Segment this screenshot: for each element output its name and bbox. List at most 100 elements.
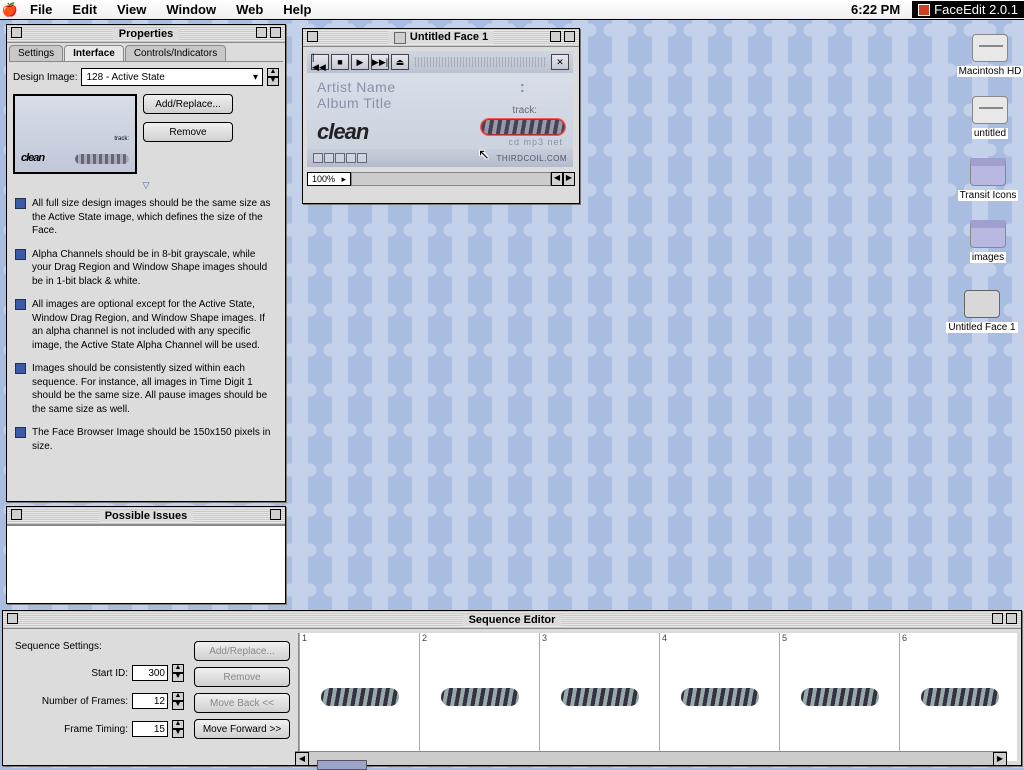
desktop-icon-transit-icons[interactable]: Transit Icons (948, 158, 1024, 201)
track-sequence-indicator[interactable] (481, 119, 565, 135)
frames-input[interactable] (132, 693, 168, 709)
hd-icon (972, 96, 1008, 124)
design-image-select[interactable]: 128 - Active State (81, 68, 263, 86)
play-button[interactable]: ▶ (351, 54, 369, 70)
collapse-icon[interactable] (270, 509, 281, 520)
titlebar-grip-icon (415, 57, 545, 67)
face-title: Untitled Face 1 (410, 31, 488, 43)
tab-controls[interactable]: Controls/Indicators (125, 45, 226, 61)
desktop-icon-untitled-face[interactable]: Untitled Face 1 (942, 290, 1022, 333)
design-image-thumbnail[interactable]: track: clean (13, 94, 137, 174)
menu-window[interactable]: Window (156, 2, 226, 17)
menu-edit[interactable]: Edit (62, 2, 107, 17)
desktop-icon-macintosh-hd[interactable]: Macintosh HD (950, 34, 1024, 77)
properties-titlebar[interactable]: Properties (7, 25, 285, 43)
next-track-button[interactable]: ▶▶| (371, 54, 389, 70)
frame-cell[interactable]: 5 (779, 633, 899, 761)
frame-thumb-icon (561, 688, 639, 706)
frame-cell[interactable]: 6 (899, 633, 1017, 761)
frame-cell[interactable]: 4 (659, 633, 779, 761)
menu-web[interactable]: Web (226, 2, 273, 17)
properties-window: Properties Settings Interface Controls/I… (6, 24, 286, 502)
app-switcher[interactable]: FaceEdit 2.0.1 (912, 1, 1024, 18)
timing-stepper[interactable]: ▲▼ (172, 720, 184, 738)
timing-input[interactable] (132, 721, 168, 737)
frame-cell[interactable]: 3 (539, 633, 659, 761)
close-icon[interactable] (307, 31, 318, 42)
frame-thumb-icon (441, 688, 519, 706)
zoom-icon[interactable] (992, 613, 1003, 624)
frame-thumb-icon (801, 688, 879, 706)
app-icon (918, 4, 930, 16)
seq-move-back-button[interactable]: Move Back << (194, 693, 290, 713)
add-replace-button[interactable]: Add/Replace... (143, 94, 233, 114)
seq-add-replace-button[interactable]: Add/Replace... (194, 641, 290, 661)
foot-icon[interactable] (324, 153, 334, 163)
frames-stepper[interactable]: ▲▼ (172, 692, 184, 710)
foot-icon[interactable] (346, 153, 356, 163)
note-bullet-icon (15, 249, 26, 260)
stop-button[interactable]: ■ (331, 54, 349, 70)
face-titlebar[interactable]: Untitled Face 1 (303, 29, 579, 47)
design-image-label: Design Image: (13, 72, 77, 83)
collapse-icon[interactable] (1006, 613, 1017, 624)
foot-icon[interactable] (335, 153, 345, 163)
hd-icon (972, 34, 1008, 62)
frame-thumb-icon (921, 688, 999, 706)
close-icon[interactable] (11, 27, 22, 38)
tab-settings[interactable]: Settings (9, 45, 63, 61)
menu-help[interactable]: Help (273, 2, 321, 17)
menu-view[interactable]: View (107, 2, 156, 17)
disclosure-triangle-icon[interactable]: ▽ (9, 178, 283, 193)
start-id-input[interactable] (132, 665, 168, 681)
tab-interface[interactable]: Interface (64, 45, 124, 61)
desktop-icon-images[interactable]: images (948, 220, 1024, 263)
eject-button[interactable]: ⏏ (391, 54, 409, 70)
properties-title: Properties (113, 28, 179, 40)
desktop-icon-untitled[interactable]: untitled (950, 96, 1024, 139)
timing-label: Frame Timing: (64, 724, 128, 735)
issues-titlebar[interactable]: Possible Issues (7, 507, 285, 525)
scroll-left-icon[interactable]: ◀ (295, 752, 309, 766)
horizontal-scrollbar[interactable] (351, 172, 551, 186)
frame-strip[interactable]: 1 2 3 4 5 6 (299, 633, 1017, 761)
scroll-right-icon[interactable]: ▶ (563, 172, 575, 186)
face-doc-icon (394, 32, 406, 44)
frame-cell[interactable]: 1 (299, 633, 419, 761)
seq-move-forward-button[interactable]: Move Forward >> (194, 719, 290, 739)
frame-strip-scrollbar[interactable]: ◀ ▶ (295, 751, 1007, 765)
sequence-editor-titlebar[interactable]: Sequence Editor (3, 611, 1021, 629)
properties-tabs: Settings Interface Controls/Indicators (9, 45, 283, 62)
prev-track-button[interactable]: |◀◀ (311, 54, 329, 70)
close-icon[interactable] (11, 509, 22, 520)
collapse-icon[interactable] (564, 31, 575, 42)
menubar-clock[interactable]: 6:22 PM (843, 2, 908, 17)
face-doc-icon (964, 290, 1000, 318)
zoom-icon[interactable] (550, 31, 561, 42)
skin-close-button[interactable]: ✕ (551, 54, 569, 70)
menu-file[interactable]: File (20, 2, 62, 17)
foot-icon[interactable] (357, 153, 367, 163)
scrollbar-thumb[interactable] (317, 760, 367, 770)
apple-menu-icon[interactable]: 🍎 (0, 2, 20, 18)
source-modes[interactable]: cd mp3 net (508, 137, 563, 147)
remove-button[interactable]: Remove (143, 122, 233, 142)
zoom-icon[interactable] (256, 27, 267, 38)
zoom-value[interactable]: 100%▸ (307, 172, 351, 186)
seq-remove-button[interactable]: Remove (194, 667, 290, 687)
sequence-settings-header: Sequence Settings: (15, 641, 184, 652)
close-icon[interactable] (7, 613, 18, 624)
start-id-stepper[interactable]: ▲▼ (172, 664, 184, 682)
menubar: 🍎 File Edit View Window Web Help 6:22 PM… (0, 0, 1024, 20)
face-skin: |◀◀ ■ ▶ ▶▶| ⏏ ✕ Artist Name Album Title … (307, 51, 573, 167)
scroll-left-icon[interactable]: ◀ (551, 172, 563, 186)
time-separator: : (520, 79, 525, 97)
design-image-stepper[interactable]: ▲▼ (267, 68, 279, 86)
track-label: track: (513, 105, 537, 116)
scroll-right-icon[interactable]: ▶ (993, 752, 1007, 766)
interface-notes: All full size design images should be th… (9, 193, 283, 467)
frame-cell[interactable]: 2 (419, 633, 539, 761)
sequence-editor-window: Sequence Editor Sequence Settings: Start… (2, 610, 1022, 766)
collapse-icon[interactable] (270, 27, 281, 38)
foot-icon[interactable] (313, 153, 323, 163)
